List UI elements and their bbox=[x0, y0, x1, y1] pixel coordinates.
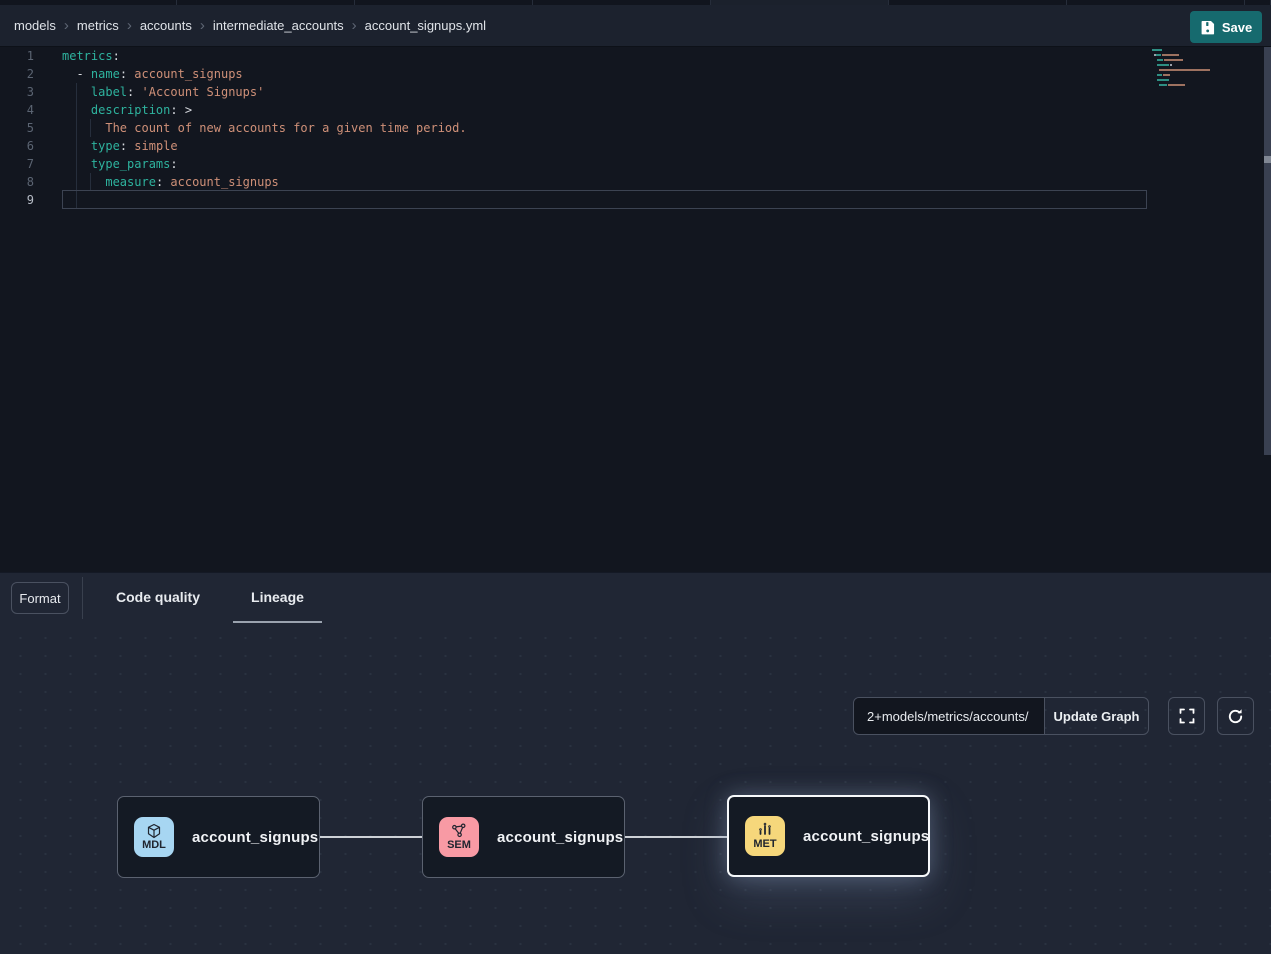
minimap-line bbox=[1152, 49, 1212, 51]
line-number: 7 bbox=[0, 155, 34, 173]
code-line: 3 label: 'Account Signups' bbox=[0, 83, 1271, 101]
node-label: account_signups bbox=[803, 828, 929, 845]
code-line: 8 measure: account_signups bbox=[0, 173, 1271, 191]
line-number: 2 bbox=[0, 65, 34, 83]
line-number: 5 bbox=[0, 119, 34, 137]
breadcrumb-item[interactable]: metrics bbox=[77, 18, 119, 33]
breadcrumb-chevron-icon: › bbox=[352, 18, 357, 33]
minimap-line bbox=[1152, 54, 1212, 56]
code-line: 2 - name: account_signups bbox=[0, 65, 1271, 83]
fullscreen-button[interactable] bbox=[1168, 697, 1205, 735]
code-line: 6 type: simple bbox=[0, 137, 1271, 155]
node-type-label: SEM bbox=[447, 840, 471, 851]
lineage-canvas[interactable]: Update Graph MDLaccount_signupsS bbox=[0, 623, 1271, 954]
lineage-selector-group: Update Graph bbox=[853, 697, 1149, 735]
minimap-line bbox=[1152, 74, 1212, 76]
editor-scrollbar[interactable] bbox=[1264, 47, 1271, 455]
breadcrumb-item[interactable]: models bbox=[14, 18, 56, 33]
format-button[interactable]: Format bbox=[11, 582, 69, 614]
minimap-line bbox=[1152, 84, 1212, 86]
panel-tabs-row: Format Code quality Lineage bbox=[0, 573, 1271, 623]
node-label: account_signups bbox=[497, 829, 623, 846]
node-type-badge: SEM bbox=[439, 817, 479, 857]
breadcrumb-chevron-icon: › bbox=[200, 18, 205, 33]
breadcrumb-item[interactable]: accounts bbox=[140, 18, 192, 33]
code-editor[interactable]: 1metrics:2 - name: account_signups3 labe… bbox=[0, 47, 1271, 572]
breadcrumb-item[interactable]: intermediate_accounts bbox=[213, 18, 344, 33]
refresh-button[interactable] bbox=[1217, 697, 1254, 735]
node-type-label: MDL bbox=[142, 840, 166, 851]
breadcrumb-item[interactable]: account_signups.yml bbox=[365, 18, 486, 33]
lineage-edge bbox=[320, 836, 422, 838]
code-line: 4 description: > bbox=[0, 101, 1271, 119]
fullscreen-icon bbox=[1179, 708, 1195, 724]
lineage-controls: Update Graph bbox=[853, 697, 1254, 735]
cube-icon bbox=[146, 823, 162, 839]
minimap-line bbox=[1152, 69, 1212, 71]
update-graph-button[interactable]: Update Graph bbox=[1044, 698, 1148, 734]
node-type-label: MET bbox=[753, 839, 776, 850]
floppy-disk-icon bbox=[1200, 20, 1215, 35]
lineage-node-semantic-model[interactable]: SEM account_signups bbox=[422, 796, 625, 878]
breadcrumb: models › metrics › accounts › intermediate_acc… bbox=[14, 18, 486, 33]
line-number: 4 bbox=[0, 101, 34, 119]
bottom-panel: Format Code quality Lineage Update Graph bbox=[0, 572, 1271, 954]
lineage-selector-input[interactable] bbox=[854, 698, 1044, 734]
semantic-model-icon bbox=[451, 823, 467, 839]
refresh-icon bbox=[1227, 708, 1244, 725]
tab-lineage[interactable]: Lineage bbox=[233, 573, 322, 623]
code-lines: 1metrics:2 - name: account_signups3 labe… bbox=[0, 47, 1271, 209]
line-number: 9 bbox=[0, 191, 34, 209]
minimap-line bbox=[1152, 59, 1212, 61]
save-button[interactable]: Save bbox=[1190, 11, 1262, 43]
code-line: 1metrics: bbox=[0, 47, 1271, 65]
breadcrumb-chevron-icon: › bbox=[127, 18, 132, 33]
minimap[interactable] bbox=[1152, 49, 1212, 89]
node-label: account_signups bbox=[192, 829, 318, 846]
breadcrumb-chevron-icon: › bbox=[64, 18, 69, 33]
line-number: 3 bbox=[0, 83, 34, 101]
node-type-badge: MDL bbox=[134, 817, 174, 857]
tabs-divider bbox=[82, 577, 83, 619]
metric-icon bbox=[757, 822, 773, 838]
breadcrumb-bar: models › metrics › accounts › intermediate_acc… bbox=[0, 5, 1271, 47]
line-number: 6 bbox=[0, 137, 34, 155]
editor-scrollbar-thumb[interactable] bbox=[1264, 156, 1271, 163]
node-type-badge: MET bbox=[745, 816, 785, 856]
code-line: 7 type_params: bbox=[0, 155, 1271, 173]
line-number: 8 bbox=[0, 173, 34, 191]
minimap-line bbox=[1152, 79, 1212, 81]
save-button-label: Save bbox=[1222, 20, 1252, 35]
line-number: 1 bbox=[0, 47, 34, 65]
tab-code-quality[interactable]: Code quality bbox=[98, 573, 218, 623]
minimap-line bbox=[1152, 64, 1212, 66]
code-line: 5 The count of new accounts for a given … bbox=[0, 119, 1271, 137]
lineage-edge bbox=[625, 836, 727, 838]
code-line: 9 bbox=[0, 191, 1271, 209]
lineage-node-metric[interactable]: MET account_signups bbox=[727, 795, 930, 877]
lineage-node-model[interactable]: MDL account_signups bbox=[117, 796, 320, 878]
